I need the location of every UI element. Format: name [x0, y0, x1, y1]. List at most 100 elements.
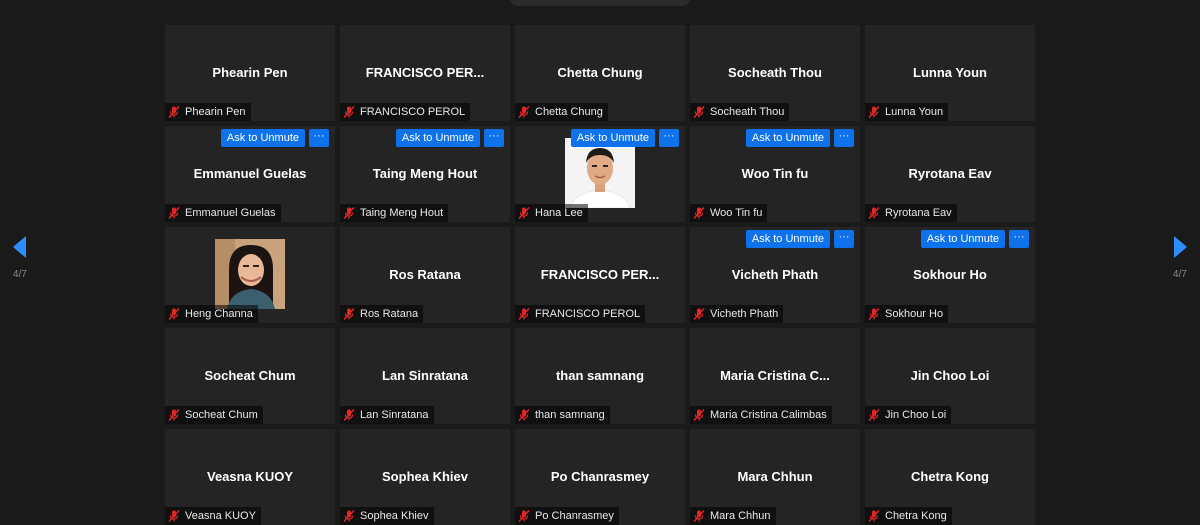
participant-name-tag: FRANCISCO PEROL — [340, 103, 471, 121]
participant-tile[interactable]: Mara Chhun Mara Chhun — [690, 429, 860, 525]
muted-mic-icon — [867, 206, 881, 220]
participant-tile[interactable]: Phearin Pen Phearin Pen — [165, 25, 335, 121]
participant-name-label: Vicheth Phath — [710, 308, 779, 320]
participant-display-name: FRANCISCO PER... — [365, 65, 485, 80]
participant-display-name: Maria Cristina C... — [720, 368, 830, 383]
more-options-button[interactable]: ··· — [1009, 230, 1029, 248]
participant-name-tag: Phearin Pen — [165, 103, 251, 121]
muted-mic-icon — [167, 307, 181, 321]
participant-display-name: Ryrotana Eav — [908, 166, 992, 181]
muted-mic-icon — [167, 105, 181, 119]
participant-display-name: Phearin Pen — [212, 65, 288, 80]
unmute-controls: Ask to Unmute ··· — [745, 230, 854, 248]
participant-display-name: Woo Tin fu — [741, 166, 809, 181]
ask-to-unmute-button[interactable]: Ask to Unmute — [395, 129, 480, 147]
participant-tile[interactable]: Chetra Kong Chetra Kong — [865, 429, 1035, 525]
participant-tile[interactable]: Ryrotana Eav Ryrotana Eav — [865, 126, 1035, 222]
unmute-controls: Ask to Unmute ··· — [745, 129, 854, 147]
participant-name-tag: Ryrotana Eav — [865, 204, 957, 222]
more-options-button[interactable]: ··· — [309, 129, 329, 147]
participant-name-label: Socheath Thou — [710, 106, 785, 118]
muted-mic-icon — [692, 408, 706, 422]
participant-name-label: Emmanuel Guelas — [185, 207, 276, 219]
muted-mic-icon — [867, 105, 881, 119]
participant-tile[interactable]: FRANCISCO PER... FRANCISCO PEROL — [515, 227, 685, 323]
participant-display-name: Jin Choo Loi — [910, 368, 990, 383]
ask-to-unmute-button[interactable]: Ask to Unmute — [745, 230, 830, 248]
participant-tile[interactable]: Jin Choo Loi Jin Choo Loi — [865, 328, 1035, 424]
unmute-controls: Ask to Unmute ··· — [920, 230, 1029, 248]
ask-to-unmute-button[interactable]: Ask to Unmute — [570, 129, 655, 147]
more-options-button[interactable]: ··· — [659, 129, 679, 147]
participant-tile[interactable]: Vicheth Phath Ask to Unmute ··· Vicheth Pha… — [690, 227, 860, 323]
participant-tile[interactable]: FRANCISCO PER... FRANCISCO PEROL — [340, 25, 510, 121]
ask-to-unmute-button[interactable]: Ask to Unmute — [745, 129, 830, 147]
participant-tile[interactable]: Lan Sinratana Lan Sinratana — [340, 328, 510, 424]
participant-tile[interactable]: Sokhour Ho Ask to Unmute ··· Sokhour Ho — [865, 227, 1035, 323]
muted-mic-icon — [517, 105, 531, 119]
participant-tile[interactable]: Po Chanrasmey Po Chanrasmey — [515, 429, 685, 525]
participant-gallery: Phearin Pen Phearin Pen FRANCISCO PER... FR… — [165, 25, 1035, 525]
participant-tile[interactable]: Chetta Chung Chetta Chung — [515, 25, 685, 121]
participant-name-label: Maria Cristina Calimbas — [710, 409, 827, 421]
more-options-button[interactable]: ··· — [834, 129, 854, 147]
participant-tile[interactable]: Heng Channa — [165, 227, 335, 323]
participant-tile[interactable]: Taing Meng Hout Ask to Unmute ··· Taing Men… — [340, 126, 510, 222]
participant-tile[interactable]: than samnang than samnang — [515, 328, 685, 424]
participant-tile[interactable]: Ros Ratana Ros Ratana — [340, 227, 510, 323]
participant-name-tag: FRANCISCO PEROL — [515, 305, 646, 323]
participant-name-tag: Maria Cristina Calimbas — [690, 406, 832, 424]
prev-page-arrow-icon[interactable] — [12, 235, 28, 259]
participant-tile[interactable]: Maria Cristina C... Maria Cristina Calimb… — [690, 328, 860, 424]
participant-tile[interactable]: Socheath Thou Socheath Thou — [690, 25, 860, 121]
participant-name-label: Chetta Chung — [535, 106, 603, 118]
participant-name-label: FRANCISCO PEROL — [360, 106, 466, 118]
participant-tile[interactable]: Woo Tin fu Ask to Unmute ··· Woo Tin fu — [690, 126, 860, 222]
muted-mic-icon — [867, 509, 881, 523]
participant-name-tag: Veasna KUOY — [165, 507, 261, 525]
participant-name-tag: Lunna Youn — [865, 103, 949, 121]
more-options-button[interactable]: ··· — [834, 230, 854, 248]
muted-mic-icon — [517, 307, 531, 321]
participant-tile[interactable]: Veasna KUOY Veasna KUOY — [165, 429, 335, 525]
more-options-button[interactable]: ··· — [484, 129, 504, 147]
participant-name-label: than samnang — [535, 409, 605, 421]
participant-name-tag: Lan Sinratana — [340, 406, 434, 424]
participant-name-label: FRANCISCO PEROL — [535, 308, 641, 320]
participant-tile[interactable]: Socheat Chum Socheat Chum — [165, 328, 335, 424]
next-page-arrow-icon[interactable] — [1172, 235, 1188, 259]
participant-tile[interactable]: Emmanuel Guelas Ask to Unmute ··· Emmanuel … — [165, 126, 335, 222]
page-indicator-right: 4/7 — [1173, 269, 1187, 280]
participant-display-name: Chetta Chung — [557, 65, 643, 80]
participant-display-name: Vicheth Phath — [731, 267, 819, 282]
participant-tile[interactable]: Ask to Unmute ··· Hana Lee — [515, 126, 685, 222]
participant-name-tag: Taing Meng Hout — [340, 204, 449, 222]
participant-display-name: Mara Chhun — [737, 469, 813, 484]
unmute-controls: Ask to Unmute ··· — [570, 129, 679, 147]
participant-name-tag: Chetta Chung — [515, 103, 608, 121]
participant-video — [565, 138, 635, 208]
participant-tile[interactable]: Lunna Youn Lunna Youn — [865, 25, 1035, 121]
muted-mic-icon — [167, 206, 181, 220]
participant-name-label: Socheat Chum — [185, 409, 258, 421]
participant-name-tag: Socheat Chum — [165, 406, 263, 424]
unmute-controls: Ask to Unmute ··· — [395, 129, 504, 147]
page-indicator-left: 4/7 — [13, 269, 27, 280]
participant-name-label: Ryrotana Eav — [885, 207, 952, 219]
muted-mic-icon — [517, 408, 531, 422]
participant-name-label: Po Chanrasmey — [535, 510, 614, 522]
participant-name-tag: Vicheth Phath — [690, 305, 784, 323]
participant-display-name: than samnang — [555, 368, 645, 383]
participant-display-name: Lunna Youn — [913, 65, 987, 80]
participant-display-name: Socheat Chum — [204, 368, 296, 383]
participant-tile[interactable]: Sophea Khiev Sophea Khiev — [340, 429, 510, 525]
top-toolbar-handle[interactable] — [510, 0, 690, 6]
participant-display-name: Veasna KUOY — [207, 469, 293, 484]
participant-display-name: Emmanuel Guelas — [193, 166, 307, 181]
participant-name-label: Lan Sinratana — [360, 409, 429, 421]
participant-name-label: Sokhour Ho — [885, 308, 944, 320]
next-page-nav: 4/7 — [1160, 235, 1200, 335]
ask-to-unmute-button[interactable]: Ask to Unmute — [920, 230, 1005, 248]
ask-to-unmute-button[interactable]: Ask to Unmute — [220, 129, 305, 147]
participant-display-name: Taing Meng Hout — [372, 166, 478, 181]
